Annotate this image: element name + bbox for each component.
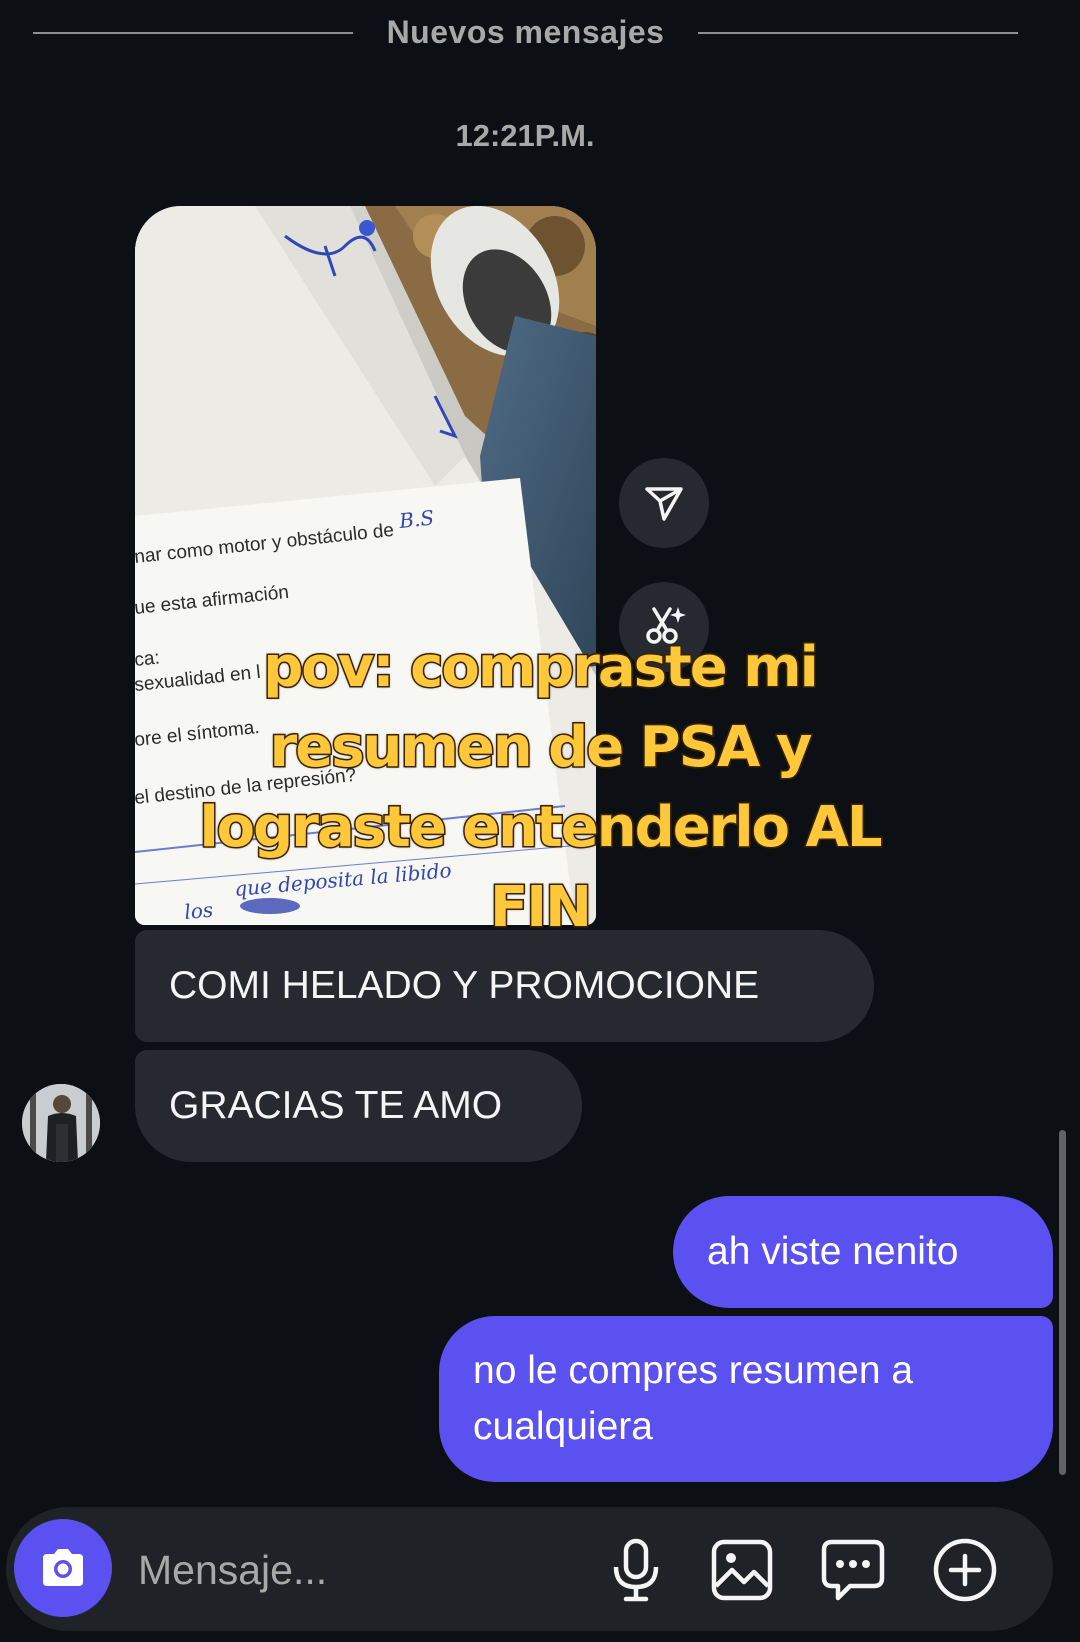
new-messages-divider: Nuevos mensajes — [33, 14, 1018, 54]
share-photo-button[interactable] — [619, 458, 709, 548]
message-timestamp: 12:21P.M. — [455, 118, 595, 153]
sent-message-bubble[interactable]: no le compres resumen a cualquiera — [439, 1316, 1053, 1482]
sticker-button[interactable] — [820, 1537, 886, 1603]
received-message-bubble[interactable]: COMI HELADO Y PROMOCIONE — [135, 930, 874, 1042]
message-text: no le compres resumen a cualquiera — [473, 1349, 914, 1448]
caption-line: lograste entenderlo AL — [198, 794, 884, 862]
camera-button[interactable] — [14, 1519, 112, 1617]
image-icon — [711, 1539, 773, 1601]
message-text: ah viste nenito — [707, 1230, 959, 1273]
voice-message-button[interactable] — [603, 1537, 669, 1603]
avatar-image — [22, 1084, 100, 1162]
sender-avatar[interactable] — [22, 1084, 100, 1162]
microphone-icon — [613, 1538, 659, 1602]
send-icon — [645, 487, 683, 521]
video-caption-overlay: pov: compraste mi resumen de PSA y logra… — [190, 628, 890, 948]
handwritten-note: B.S — [397, 505, 435, 533]
received-message-bubble[interactable]: GRACIAS TE AMO — [135, 1050, 582, 1162]
plus-icon — [933, 1538, 997, 1602]
divider-line-right — [698, 32, 1018, 34]
camera-icon — [43, 1549, 83, 1586]
more-options-button[interactable] — [932, 1537, 998, 1603]
gallery-button[interactable] — [709, 1537, 775, 1603]
paper-text-line: ca: — [135, 647, 161, 671]
chat-screen: Nuevos mensajes 12:21P.M. nar como motor… — [0, 0, 1080, 1642]
message-composer — [6, 1507, 1053, 1631]
message-text: COMI HELADO Y PROMOCIONE — [169, 964, 760, 1007]
caption-line: pov: compraste mi — [262, 634, 821, 702]
scrollbar[interactable] — [1059, 1130, 1066, 1475]
sent-message-bubble[interactable]: ah viste nenito — [673, 1196, 1053, 1308]
message-input[interactable] — [136, 1537, 560, 1603]
sticker-icon — [821, 1539, 885, 1601]
message-text: GRACIAS TE AMO — [169, 1084, 503, 1127]
caption-line: resumen de PSA y — [268, 714, 814, 782]
